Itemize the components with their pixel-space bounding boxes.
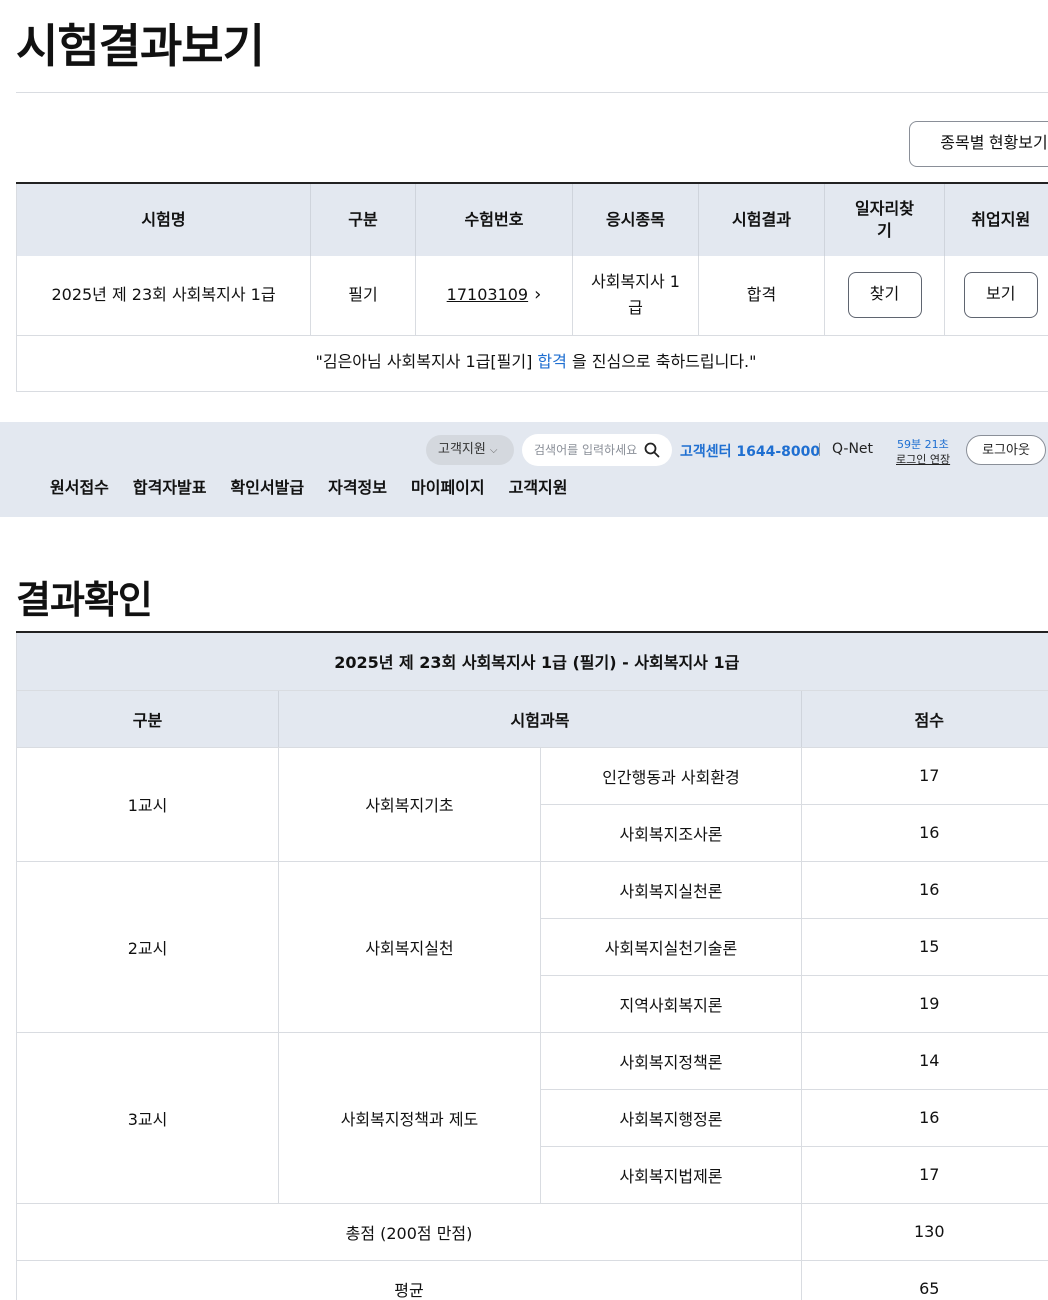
search-box	[522, 434, 672, 466]
table-row: 2교시 사회복지실천 사회복지실천론 16	[16, 861, 1048, 1033]
score-header-score: 점수	[801, 690, 1048, 748]
page-title: 시험결과보기	[16, 19, 265, 73]
congrats-suffix: 을 진심으로 축하드립니다."	[566, 352, 757, 371]
period-label: 3교시	[16, 1032, 279, 1204]
subject-name: 사회복지실천기술론	[540, 918, 802, 976]
subject-score: 15	[801, 918, 1048, 976]
subject-name: 사회복지법제론	[540, 1146, 802, 1204]
average-score: 65	[801, 1260, 1048, 1300]
nav-item-mypage[interactable]: 마이페이지	[411, 474, 485, 498]
divider	[819, 443, 820, 456]
search-input[interactable]	[534, 440, 644, 460]
subject-name: 사회복지정책론	[540, 1032, 802, 1090]
nav-item-results[interactable]: 합격자발표	[133, 474, 207, 498]
total-score: 130	[801, 1203, 1048, 1261]
exam-category: 필기	[310, 256, 416, 336]
total-row: 총점 (200점 만점) 130	[16, 1203, 1048, 1261]
logout-button[interactable]: 로그아웃	[966, 435, 1046, 465]
job-search-cell: 찾기	[824, 256, 945, 336]
result-row: 2025년 제 23회 사회복지사 1급 필기 17103109 › 사회복지사 …	[16, 256, 1048, 336]
subject-score: 17	[801, 1146, 1048, 1204]
subject-score: 16	[801, 861, 1048, 919]
title-divider	[16, 92, 1048, 93]
total-label: 총점 (200점 만점)	[16, 1203, 802, 1261]
subject-name: 인간행동과 사회환경	[540, 747, 802, 805]
period-label: 1교시	[16, 747, 279, 862]
exam-number-link[interactable]: 17103109	[447, 285, 528, 304]
score-table: 2025년 제 23회 사회복지사 1급 (필기) - 사회복지사 1급 구분 …	[15, 631, 1048, 1300]
header-job-search-label: 일자리찾기	[855, 199, 914, 240]
main-nav: 원서접수 합격자발표 확인서발급 자격정보 마이페이지 고객지원	[50, 474, 568, 498]
table-row: 1교시 사회복지기초 인간행동과 사회환경 17	[16, 747, 1048, 862]
header-category: 구분	[310, 182, 416, 256]
nav-item-certificate[interactable]: 확인서발급	[231, 474, 305, 498]
customer-support-dropdown[interactable]: 고객지원 ⌵	[426, 435, 514, 465]
table-row: 3교시 사회복지정책과 제도 사회복지정책론 14	[16, 1032, 1048, 1204]
subject-name: 지역사회복지론	[540, 975, 802, 1033]
subject-score: 17	[801, 747, 1048, 805]
view-support-button[interactable]: 보기	[963, 272, 1038, 319]
exam-name: 2025년 제 23회 사회복지사 1급	[16, 256, 311, 336]
header-exam-number: 수험번호	[415, 182, 573, 256]
subject-area: 사회복지실천	[278, 861, 541, 1033]
search-icon[interactable]	[644, 442, 660, 458]
customer-center-phone: 고객센터 1644-8000	[680, 444, 821, 460]
score-header-row: 구분 시험과목 점수	[16, 690, 1048, 748]
congrats-pass-word: 합격	[537, 352, 567, 371]
congratulations-message: "김은아님 사회복지사 1급[필기] 합격 을 진심으로 축하드립니다."	[16, 334, 1048, 392]
exam-result-table: 시험명 구분 수험번호 응시종목 시험결과 일자리찾기 취업지원 2025년 제…	[16, 182, 1048, 336]
section-title: 결과확인	[16, 578, 153, 622]
customer-support-dropdown-label: 고객지원	[438, 442, 486, 457]
subject-area: 사회복지정책과 제도	[278, 1032, 541, 1204]
session-timer: 59분 21초	[897, 438, 949, 451]
subject-score: 14	[801, 1032, 1048, 1090]
average-row: 평균 65	[16, 1260, 1048, 1300]
subject-score: 16	[801, 804, 1048, 862]
exam-subject: 사회복지사 1급	[572, 256, 699, 336]
chevron-down-icon: ⌵	[489, 445, 498, 456]
nav-item-qualification-info[interactable]: 자격정보	[328, 474, 387, 498]
nav-item-support[interactable]: 고객지원	[509, 474, 568, 498]
header-subject: 응시종목	[572, 182, 699, 256]
exam-subject-label: 사회복지사 1급	[591, 272, 680, 318]
congrats-prefix: "김은아님 사회복지사 1급[필기]	[315, 352, 538, 371]
subject-name: 사회복지조사론	[540, 804, 802, 862]
score-exam-title: 2025년 제 23회 사회복지사 1급 (필기) - 사회복지사 1급	[15, 631, 1048, 691]
nav-item-application[interactable]: 원서접수	[50, 474, 109, 498]
site-header	[0, 422, 1048, 517]
find-job-button[interactable]: 찾기	[847, 272, 922, 319]
chevron-right-icon: ›	[534, 284, 542, 306]
subject-name: 사회복지실천론	[540, 861, 802, 919]
subject-name: 사회복지행정론	[540, 1089, 802, 1147]
header-job-search: 일자리찾기	[824, 182, 945, 256]
exam-number-cell: 17103109 ›	[415, 256, 573, 336]
subject-area: 사회복지기초	[278, 747, 541, 862]
support-cell: 보기	[944, 256, 1048, 336]
subject-score: 19	[801, 975, 1048, 1033]
average-label: 평균	[16, 1260, 802, 1300]
qnet-link[interactable]: Q-Net	[832, 441, 873, 457]
extend-login-link[interactable]: 로그인 연장	[896, 451, 950, 467]
score-header-subject: 시험과목	[278, 690, 802, 748]
header-exam-name: 시험명	[16, 182, 311, 256]
header-result: 시험결과	[698, 182, 825, 256]
exam-result: 합격	[698, 256, 825, 336]
subject-score: 16	[801, 1089, 1048, 1147]
header-employment-support: 취업지원	[944, 182, 1048, 256]
score-header-category: 구분	[16, 690, 279, 748]
period-label: 2교시	[16, 861, 279, 1033]
result-header-row: 시험명 구분 수험번호 응시종목 시험결과 일자리찾기 취업지원	[16, 182, 1048, 256]
status-by-subject-button[interactable]: 종목별 현황보기	[909, 121, 1048, 167]
